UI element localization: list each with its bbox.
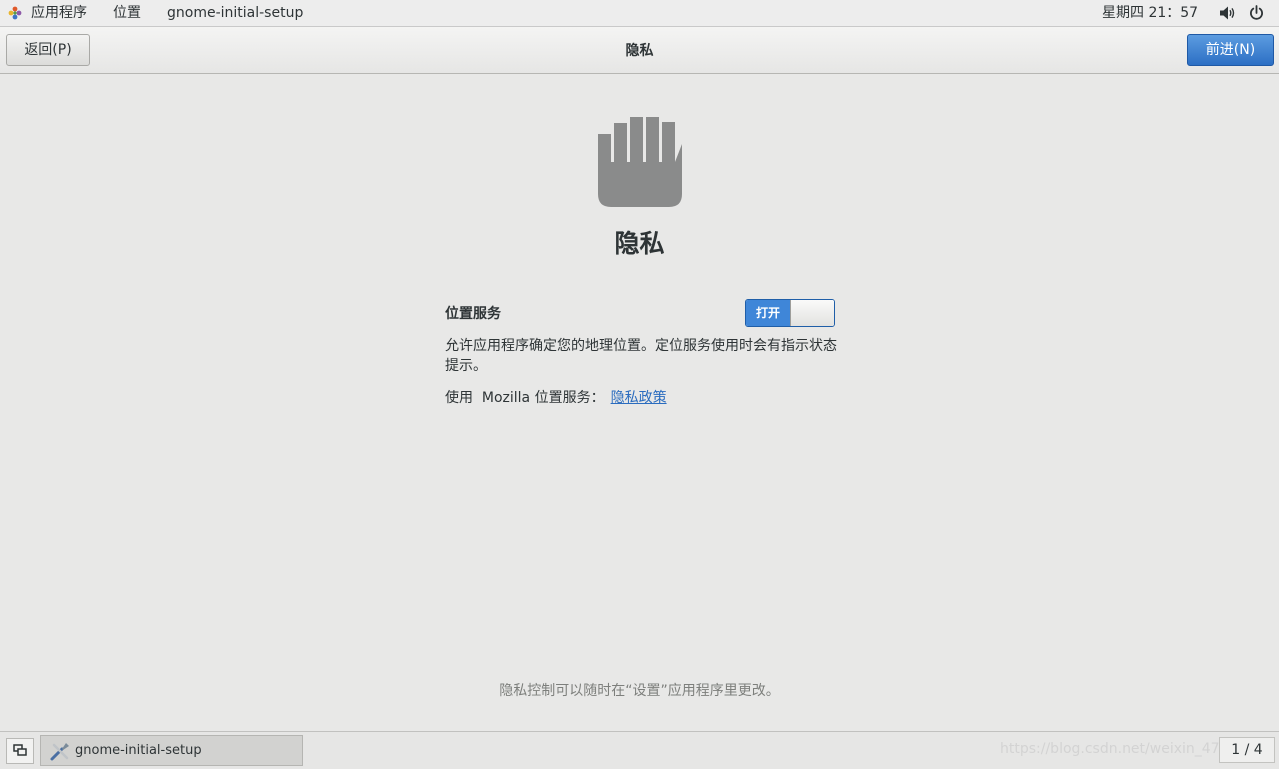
volume-icon[interactable] <box>1219 5 1236 21</box>
switch-state-label: 打开 <box>746 300 790 326</box>
task-button-gnome-initial-setup[interactable]: gnome-initial-setup <box>40 735 303 766</box>
switch-knob[interactable] <box>790 300 834 326</box>
show-desktop-icon <box>13 744 27 756</box>
apps-icon[interactable] <box>8 6 22 20</box>
location-services-label: 位置服务 <box>445 306 501 322</box>
location-services-switch[interactable]: 打开 <box>745 299 835 327</box>
privacy-policy-link[interactable]: 隐私政策 <box>611 390 667 406</box>
page-title: 隐私 <box>614 229 665 258</box>
task-button-label: gnome-initial-setup <box>75 743 202 758</box>
hand-icon <box>598 117 682 207</box>
places-menu[interactable]: 位置 <box>113 4 141 22</box>
power-icon[interactable] <box>1249 5 1264 21</box>
top-panel: 应用程序 位置 gnome-initial-setup 星期四 21：57 <box>0 0 1279 27</box>
next-button[interactable]: 前进(N) <box>1187 34 1274 66</box>
header-bar: 返回(P) 隐私 前进(N) <box>0 27 1279 74</box>
workspace-indicator[interactable]: 1 / 4 <box>1219 737 1275 763</box>
watermark-text: https://blog.csdn.net/weixin_47506 <box>1000 741 1247 757</box>
taskbar: gnome-initial-setup https://blog.csdn.ne… <box>0 731 1279 769</box>
applications-menu[interactable]: 应用程序 <box>31 4 87 22</box>
mozilla-service-line: 使用 Mozilla 位置服务： 隐私政策 <box>445 387 667 407</box>
clock[interactable]: 星期四 21：57 <box>1102 4 1198 22</box>
location-description: 允许应用程序确定您的地理位置。定位服务使用时会有指示状态提示。 <box>445 338 837 374</box>
mozilla-service-text: 使用 Mozilla 位置服务： <box>445 390 605 406</box>
active-app-menu[interactable]: gnome-initial-setup <box>167 4 303 22</box>
header-title: 隐私 <box>625 43 654 59</box>
settings-hint: 隐私控制可以随时在“设置”应用程序里更改。 <box>499 683 780 699</box>
tools-icon <box>50 743 69 761</box>
show-desktop-button[interactable] <box>6 738 34 764</box>
